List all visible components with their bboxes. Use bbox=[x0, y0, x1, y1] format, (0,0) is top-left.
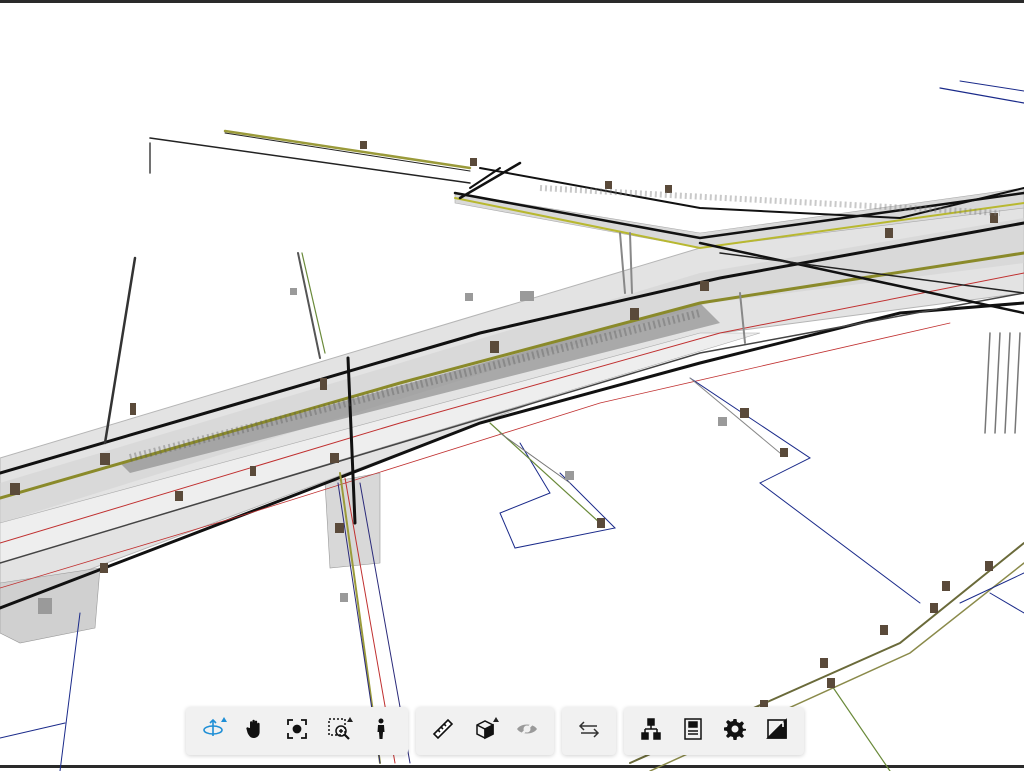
zoom-window-button[interactable] bbox=[318, 709, 360, 753]
submenu-caret-icon bbox=[221, 717, 227, 722]
swap-arrows-icon bbox=[577, 717, 601, 746]
fullscreen-button[interactable] bbox=[756, 709, 798, 753]
explode-icon bbox=[515, 717, 539, 746]
fit-to-view-button[interactable] bbox=[276, 709, 318, 753]
settings-button[interactable] bbox=[714, 709, 756, 753]
viewer-toolbar bbox=[186, 707, 804, 755]
measure-icon bbox=[431, 717, 455, 746]
railway-station-model bbox=[0, 80, 1024, 771]
swap-button[interactable] bbox=[568, 709, 610, 753]
sync-tool-group bbox=[562, 707, 616, 755]
model-browser-icon bbox=[639, 717, 663, 746]
first-person-button[interactable] bbox=[360, 709, 402, 753]
properties-button[interactable] bbox=[672, 709, 714, 753]
orbit-button[interactable] bbox=[192, 709, 234, 753]
settings-gear-icon bbox=[723, 717, 747, 746]
section-box-button[interactable] bbox=[464, 709, 506, 753]
fullscreen-icon bbox=[765, 717, 789, 746]
fit-to-view-icon bbox=[285, 717, 309, 746]
pan-button[interactable] bbox=[234, 709, 276, 753]
3d-model-viewport[interactable] bbox=[0, 0, 1024, 771]
panels-tool-group bbox=[624, 707, 804, 755]
pan-hand-icon bbox=[243, 717, 267, 746]
explode-button[interactable] bbox=[506, 709, 548, 753]
tools-tool-group bbox=[416, 707, 554, 755]
navigation-tool-group bbox=[186, 707, 408, 755]
submenu-caret-icon bbox=[347, 717, 353, 722]
first-person-icon bbox=[369, 717, 393, 746]
measure-button[interactable] bbox=[422, 709, 464, 753]
submenu-caret-icon bbox=[493, 717, 499, 722]
properties-icon bbox=[681, 717, 705, 746]
model-browser-button[interactable] bbox=[630, 709, 672, 753]
